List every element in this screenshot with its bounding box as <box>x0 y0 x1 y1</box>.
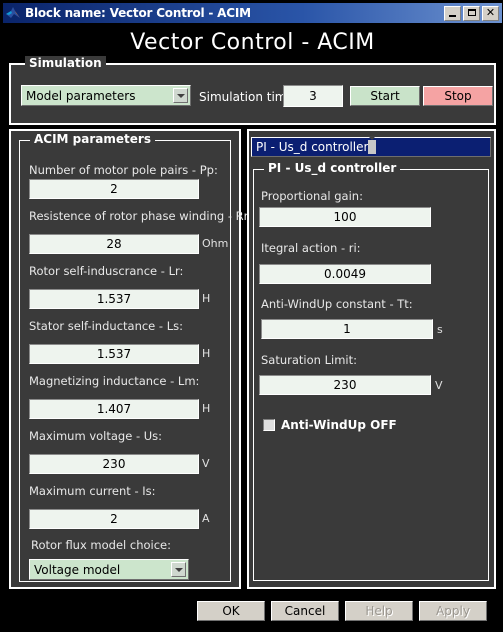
chevron-down-icon[interactable] <box>171 562 186 577</box>
field-unit-magnetizing-inductance: H <box>202 402 211 415</box>
page-title: Vector Control - ACIM <box>130 29 375 55</box>
help-button[interactable]: Help <box>345 601 413 621</box>
field-value-saturation-limit: 230 <box>333 378 357 392</box>
field-input-proportional-gain[interactable]: 100 <box>259 207 431 227</box>
field-label-flux-model: Rotor flux model choice: <box>31 538 172 552</box>
field-value-integral-action: 0.0049 <box>324 267 366 281</box>
field-label-rotor-resistance: Resistence of rotor phase winding - Rr: <box>29 209 253 223</box>
field-input-rotor-inductance[interactable]: 1.537 <box>29 289 199 309</box>
field-input-stator-inductance[interactable]: 1.537 <box>29 344 199 364</box>
dialog-button-bar: OK Cancel Help Apply <box>1 590 502 631</box>
close-button[interactable]: ✕ <box>482 5 499 21</box>
field-value-proportional-gain: 100 <box>333 210 357 224</box>
field-label-pole-pairs: Number of motor pole pairs - Pp: <box>29 163 218 177</box>
acim-parameters-legend: ACIM parameters <box>30 133 155 146</box>
stop-button-label: Stop <box>444 89 472 103</box>
simulation-mode-select[interactable]: Model parameters <box>21 85 191 106</box>
ok-button[interactable]: OK <box>197 601 265 621</box>
field-label-integral-action: Itegral action - ri: <box>261 241 361 255</box>
chevron-down-icon[interactable] <box>368 136 377 154</box>
field-label-max-current: Maximum current - Is: <box>29 484 156 498</box>
start-button-label: Start <box>370 89 400 103</box>
field-unit-rotor-resistance: Ohm <box>202 237 229 250</box>
checkbox-box-icon[interactable] <box>263 419 275 431</box>
controller-settings-legend: PI - Us_d controller <box>264 162 401 175</box>
field-value-magnetizing-inductance: 1.407 <box>96 402 132 416</box>
block-parameters-window: Block name: Vector Control - ACIM ✕ Vect… <box>0 0 503 632</box>
field-label-antiwindup-constant: Anti-WindUp constant - Tt: <box>261 297 413 311</box>
field-label-max-voltage: Maximum voltage - Us: <box>29 429 163 443</box>
simulation-time-input[interactable]: 3 <box>283 85 343 107</box>
field-value-rotor-inductance: 1.537 <box>96 292 132 306</box>
stop-button[interactable]: Stop <box>423 86 493 106</box>
field-input-pole-pairs[interactable]: 2 <box>29 179 199 199</box>
field-value-antiwindup-constant: 1 <box>343 322 351 336</box>
field-input-max-voltage[interactable]: 230 <box>29 454 199 474</box>
field-input-max-current[interactable]: 2 <box>29 509 199 529</box>
field-value-max-voltage: 230 <box>102 457 126 471</box>
apply-button[interactable]: Apply <box>419 601 487 621</box>
simulation-group-legend: Simulation <box>25 56 106 70</box>
field-label-magnetizing-inductance: Magnetizing inductance - Lm: <box>29 374 200 388</box>
help-button-label: Help <box>365 604 393 618</box>
chevron-down-icon[interactable] <box>173 88 188 103</box>
field-input-rotor-resistance[interactable]: 28 <box>29 234 199 254</box>
field-unit-rotor-inductance: H <box>202 292 211 305</box>
field-label-rotor-inductance: Rotor self-induscrance - Lr: <box>29 264 184 278</box>
field-input-saturation-limit[interactable]: 230 <box>259 375 431 395</box>
field-unit-antiwindup-constant: s <box>437 323 443 336</box>
field-unit-max-current: A <box>202 512 210 525</box>
field-input-magnetizing-inductance[interactable]: 1.407 <box>29 399 199 419</box>
antiwindup-off-checkbox[interactable]: Anti-WindUp OFF <box>263 418 397 432</box>
matlab-logo-icon <box>5 5 21 21</box>
controller-select-value: PI - Us_d controller <box>256 140 369 154</box>
window-title: Block name: Vector Control - ACIM <box>25 6 251 20</box>
minimize-button[interactable] <box>444 5 461 21</box>
start-button[interactable]: Start <box>350 86 420 106</box>
controller-select[interactable]: PI - Us_d controller <box>251 136 491 157</box>
field-label-proportional-gain: Proportional gain: <box>261 189 363 203</box>
field-label-stator-inductance: Stator self-inductance - Ls: <box>29 319 183 333</box>
antiwindup-off-label: Anti-WindUp OFF <box>281 418 397 432</box>
simulation-mode-value: Model parameters <box>26 88 136 103</box>
rotor-flux-model-select[interactable]: Voltage model <box>29 559 189 580</box>
rotor-flux-model-value: Voltage model <box>34 562 121 577</box>
cancel-button-label: Cancel <box>284 604 326 618</box>
field-value-stator-inductance: 1.537 <box>96 347 132 361</box>
maximize-button[interactable] <box>463 5 480 21</box>
field-unit-max-voltage: V <box>202 457 210 470</box>
apply-button-label: Apply <box>436 604 470 618</box>
field-unit-saturation-limit: V <box>435 379 443 392</box>
field-value-max-current: 2 <box>110 512 118 526</box>
field-value-pole-pairs: 2 <box>110 182 118 196</box>
field-input-antiwindup-constant[interactable]: 1 <box>261 319 433 339</box>
cancel-button[interactable]: Cancel <box>271 601 339 621</box>
title-bar: Block name: Vector Control - ACIM ✕ <box>3 3 502 23</box>
ok-button-label: OK <box>222 604 240 618</box>
field-label-saturation-limit: Saturation Limit: <box>261 353 357 367</box>
window-controls: ✕ <box>444 5 499 21</box>
field-input-integral-action[interactable]: 0.0049 <box>259 264 431 284</box>
simulation-group: Simulation Model parameters Simulation t… <box>9 56 496 125</box>
simulation-time-value: 3 <box>309 89 317 103</box>
field-value-rotor-resistance: 28 <box>106 237 122 251</box>
field-unit-stator-inductance: H <box>202 347 211 360</box>
